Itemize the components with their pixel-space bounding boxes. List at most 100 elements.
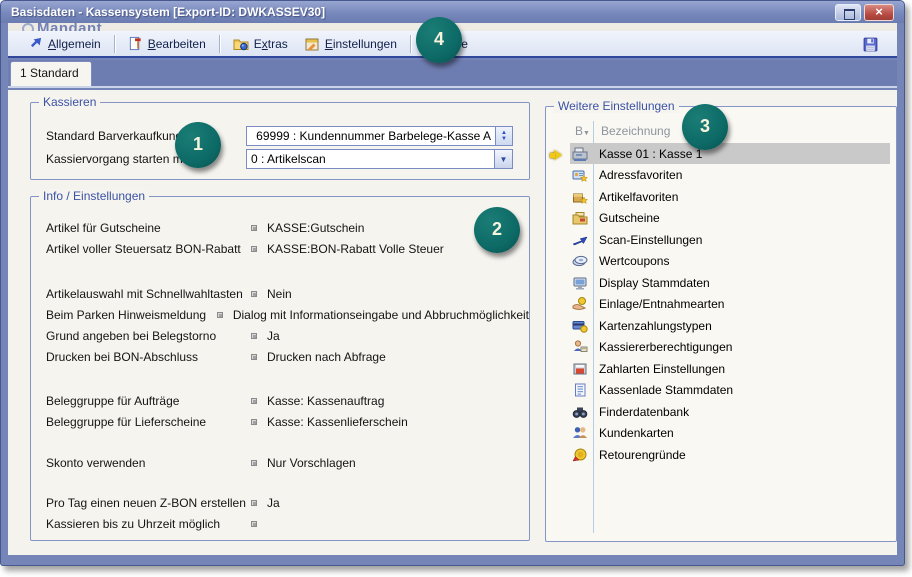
list-item-zahlarten-einstellungen[interactable]: Zahlarten Einstellungen [546,358,890,380]
bullet-icon [251,500,257,506]
info-row: Kassieren bis zu Uhrzeit möglich [31,513,529,534]
bullet-icon [251,398,257,404]
tab-standard[interactable]: 1 Standard [10,61,92,86]
dialog-window: Basisdaten - Kassensystem [Export-ID: DW… [0,0,905,566]
list-item-finderdatenbank[interactable]: Finderdatenbank [546,401,890,423]
deposit-withdrawal-icon [570,296,590,312]
payment-settings-icon [570,361,590,377]
menu-label: Bearbeiten [148,37,206,51]
column-header-bezeichnung[interactable]: Bezeichnung [601,124,670,138]
scan-arrow-icon [570,232,590,248]
background-window-icon [22,23,34,31]
close-icon: × [875,4,883,19]
restore-button[interactable] [835,4,861,21]
list-item-kassiererberechtigungen[interactable]: Kassiererberechtigungen [546,337,890,359]
standard-barverkaufkunde-field[interactable]: 69999 : Kundennummer Barbelege-Kasse A ▲… [246,126,513,146]
info-row: Beleggruppe für AufträgeKasse: Kassenauf… [31,390,529,411]
info-row: Skonto verwendenNur Vorschlagen [31,452,529,473]
return-reasons-icon [570,447,590,463]
list-item-display-stammdaten[interactable]: Display Stammdaten [546,272,890,294]
list-item-kundenkarten[interactable]: Kundenkarten [546,423,890,445]
list-item-kartenzahlungstypen[interactable]: Kartenzahlungstypen [546,315,890,337]
info-row: Beleggruppe für LieferscheineKasse: Kass… [31,411,529,432]
group-title: Weitere Einstellungen [554,99,679,113]
settings-note-icon [304,36,320,52]
tab-strip: 1 Standard [8,60,897,88]
info-row: Artikelauswahl mit SchnellwahltastenNein [31,283,529,304]
dialog-content: Kassieren Standard Barverkaufkunde 69999… [8,90,897,555]
cash-register-icon [570,146,590,162]
title-bar[interactable]: Basisdaten - Kassensystem [Export-ID: DW… [1,1,904,23]
menu-hilfe[interactable]: ? Hilfe [416,33,476,54]
bullet-icon [251,333,257,339]
kassiervorgang-dropdown[interactable]: 0 : Artikelscan ▼ [246,149,513,169]
info-row: Artikel voller Steuersatz BON-RabattKASS… [31,238,529,259]
cashier-permissions-icon [570,339,590,355]
background-window-sliver: Mandant [8,23,897,31]
list-item-scan-einstellungen[interactable]: Scan-Einstellungen [546,229,890,251]
card-payment-icon [570,318,590,334]
cash-drawer-document-icon [570,382,590,398]
chevron-down-icon: ▼ [500,155,508,164]
menu-label: Allgemein [48,37,101,51]
save-button[interactable] [859,34,881,55]
field-value: 0 : Artikelscan [247,150,494,168]
article-favorites-icon [570,189,590,205]
group-title: Kassieren [39,95,100,109]
menu-allgemein[interactable]: Allgemein [20,33,109,54]
binoculars-icon [570,404,590,420]
display-icon [570,275,590,291]
bullet-icon [251,291,257,297]
info-row: Pro Tag einen neuen Z-BON erstellenJa [31,492,529,513]
dropdown-button[interactable]: ▼ [494,150,512,168]
window-title: Basisdaten - Kassensystem [Export-ID: DW… [1,5,325,19]
group-info-einstellungen: Info / Einstellungen Artikel für Gutsche… [30,196,530,541]
spinner-down-icon[interactable]: ▼ [501,136,507,142]
bullet-icon [217,312,223,318]
settings-list: Kasse 01 : Kasse 1 Adressfavoriten Artik… [546,143,890,466]
menu-label: Einstellungen [325,37,397,51]
list-item-kassenlade-stammdaten[interactable]: Kassenlade Stammdaten [546,380,890,402]
list-item-einlage-entnahmearten[interactable]: Einlage/Entnahmearten [546,294,890,316]
list-item-wertcoupons[interactable]: Wertcoupons [546,251,890,273]
bullet-icon [251,521,257,527]
background-window-title: Mandant [22,23,102,31]
close-button[interactable]: × [864,4,894,21]
field-label: Standard Barverkaufkunde [46,129,246,143]
info-row: Beim Parken HinweismeldungDialog mit Inf… [31,304,529,325]
toolbar-separator [114,35,115,53]
row-cursor-arrow-icon [554,150,562,160]
address-favorites-icon [570,167,590,183]
list-item-adressfavoriten[interactable]: Adressfavoriten [546,165,890,187]
info-row: Drucken bei BON-AbschlussDrucken nach Ab… [31,346,529,367]
toolbar-separator [219,35,220,53]
tab-label: 1 Standard [20,66,79,80]
coupons-icon [570,253,590,269]
toolbar-separator [410,35,411,53]
customer-cards-icon [570,425,590,441]
menu-bearbeiten[interactable]: Bearbeiten [120,33,214,54]
sort-arrow-icon: ▼ [583,130,590,137]
menu-label: Hilfe [444,37,468,51]
bullet-icon [251,354,257,360]
spinner-buttons[interactable]: ▲ ▼ [495,127,512,145]
list-item-retourengruende[interactable]: Retourengründe [546,444,890,466]
bullet-icon [251,460,257,466]
edit-tool-icon [128,36,143,51]
save-icon [862,36,879,53]
group-kassieren: Kassieren Standard Barverkaufkunde 69999… [30,102,530,180]
menu-label: Extras [254,37,288,51]
list-item-artikelfavoriten[interactable]: Artikelfavoriten [546,186,890,208]
menu-toolbar: Allgemein Bearbeiten Extras Einstellunge… [8,31,897,58]
column-header-bitmap[interactable]: B▼ [575,124,590,138]
list-item-gutscheine[interactable]: Gutscheine [546,208,890,230]
folder-extras-icon [233,36,249,52]
menu-extras[interactable]: Extras [225,33,296,55]
list-header: B▼ Bezeichnung [546,121,890,141]
field-label: Kassiervorgang starten mit [46,152,246,166]
menu-einstellungen[interactable]: Einstellungen [296,33,405,55]
bullet-icon [251,419,257,425]
list-item-kasse[interactable]: Kasse 01 : Kasse 1 [546,143,890,165]
bullet-icon [251,246,257,252]
info-row: Grund angeben bei BelegstornoJa [31,325,529,346]
